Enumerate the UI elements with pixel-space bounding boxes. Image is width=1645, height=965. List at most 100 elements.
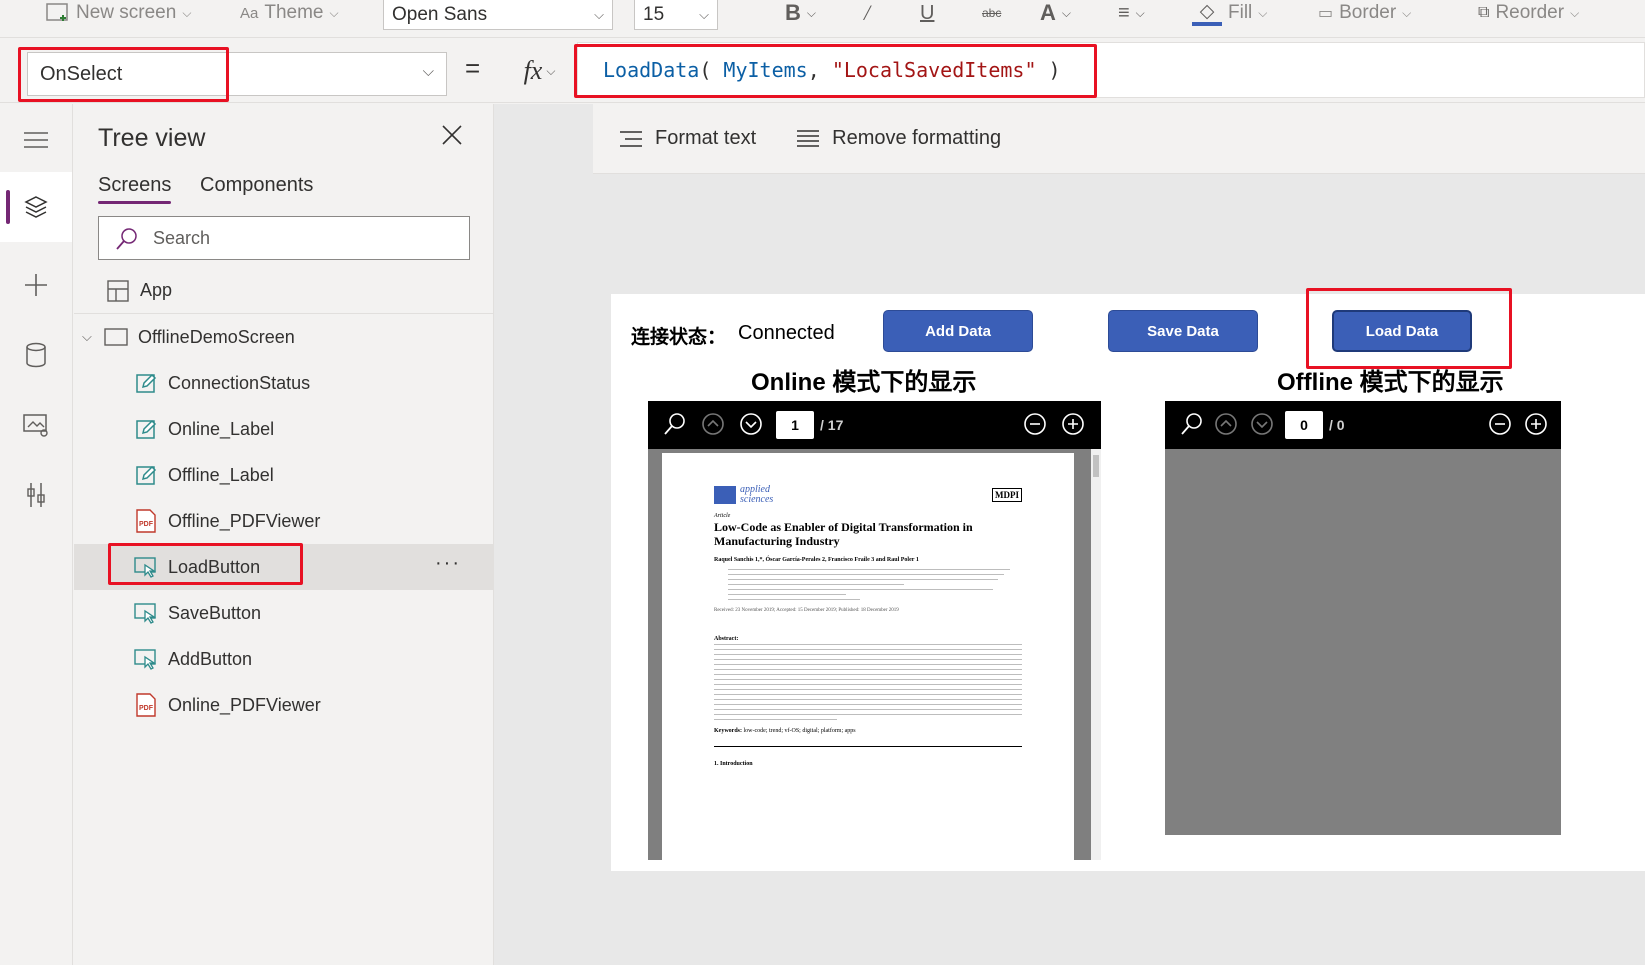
label-edit-icon (134, 417, 158, 441)
paper-title: Low-Code as Enabler of Digital Transform… (714, 520, 973, 548)
underline-icon: U (920, 1, 935, 24)
highlight-box (108, 543, 303, 585)
online-title: Online 模式下的显示 (751, 369, 977, 396)
label-edit-icon (134, 463, 158, 487)
svg-text:PDF: PDF (139, 521, 154, 528)
border-button[interactable]: ▭ Border ⌵ (1318, 0, 1411, 26)
tree-view-tab[interactable] (0, 172, 72, 242)
fill-button[interactable]: ◇ Fill ⌵ (1192, 0, 1267, 26)
paper-dates: Received: 23 November 2019; Accepted: 15… (714, 607, 899, 613)
status-value: Connected (738, 322, 835, 344)
zoom-out-icon[interactable] (1487, 411, 1513, 437)
bold-button[interactable]: B ⌵ (785, 0, 816, 26)
journal-logo: applied sciences (714, 485, 773, 505)
reorder-label: Reorder (1495, 2, 1565, 23)
page-number-input[interactable]: 1 (776, 411, 814, 439)
format-text-icon (620, 130, 642, 147)
tree-item-online-pdfviewer[interactable]: PDF Online_PDFViewer (74, 682, 493, 728)
tree-item-offline-pdfviewer[interactable]: PDF Offline_PDFViewer (74, 498, 493, 544)
font-select[interactable]: Open Sans ⌵ (383, 0, 613, 30)
tab-screens[interactable]: Screens (98, 174, 172, 204)
paper-header: applied sciences MDPI (714, 485, 1022, 505)
underline-button[interactable]: U (920, 0, 934, 26)
paper-rule (714, 745, 1022, 747)
search-placeholder: Search (153, 228, 211, 248)
zoom-in-icon[interactable] (1523, 411, 1549, 437)
theme-button[interactable]: Aa Theme ⌵ (240, 0, 339, 26)
chevron-down-circle-icon[interactable] (1249, 411, 1275, 437)
close-icon[interactable] (441, 124, 467, 150)
save-data-button[interactable]: Save Data (1108, 310, 1258, 352)
online-pdf-viewer[interactable]: 1 / 17 applied sciences MDPI Article Low… (648, 401, 1101, 860)
font-size-value: 15 (643, 3, 665, 25)
media-icon[interactable] (18, 407, 54, 443)
offline-pdf-viewer[interactable]: 0 / 0 (1165, 401, 1561, 835)
reorder-button[interactable]: ⧉ Reorder ⌵ (1478, 0, 1579, 26)
new-screen-button[interactable]: New screen ⌵ (46, 0, 191, 26)
new-screen-label: New screen (76, 2, 177, 23)
tree-item-label: Offline_PDFViewer (168, 510, 321, 531)
active-indicator (6, 190, 10, 224)
chevron-down-icon: ⌵ (329, 5, 339, 20)
formula-bar: OnSelect ⌵ = fx ⌵ LoadData( MyItems, "Lo… (0, 39, 1645, 103)
align-button[interactable]: ≡ ⌵ (1118, 0, 1145, 26)
search-icon[interactable] (662, 411, 688, 437)
chevron-down-icon: ⌵ (594, 6, 604, 22)
format-text-button[interactable]: Format text (619, 127, 756, 150)
strikethrough-button[interactable]: abc (982, 0, 1001, 26)
remove-formatting-button[interactable]: Remove formatting (796, 127, 1001, 150)
page-number-input[interactable]: 0 (1285, 411, 1323, 439)
highlight-box (1306, 288, 1512, 369)
font-size-select[interactable]: 15 ⌵ (634, 0, 718, 30)
hamburger-menu-icon[interactable] (18, 122, 54, 158)
bold-icon: B (785, 0, 801, 25)
equals-sign: = (465, 53, 481, 83)
reorder-icon: ⧉ (1478, 4, 1490, 21)
fill-label: Fill (1228, 2, 1253, 23)
pdf-scrollbar[interactable] (1091, 449, 1101, 860)
tree-item-label: OfflineDemoScreen (138, 326, 295, 347)
svg-text:PDF: PDF (139, 705, 154, 712)
layers-icon (18, 189, 54, 225)
search-input[interactable]: Search (98, 216, 470, 260)
button-icon (134, 601, 158, 625)
tab-components[interactable]: Components (200, 174, 313, 197)
chevron-up-circle-icon[interactable] (700, 411, 726, 437)
theme-icon: Aa (240, 4, 259, 22)
italic-button[interactable]: / (864, 0, 870, 26)
more-options-icon[interactable]: ··· (435, 552, 461, 575)
paper-affiliations (714, 568, 1022, 600)
chevron-down-circle-icon[interactable] (738, 411, 764, 437)
screen-icon (104, 325, 128, 349)
add-data-button[interactable]: Add Data (883, 310, 1033, 352)
tree-item-online-label[interactable]: Online_Label (74, 406, 493, 452)
theme-label: Theme (264, 2, 324, 23)
tree-item-connectionstatus[interactable]: ConnectionStatus (74, 360, 493, 406)
label-edit-icon (134, 371, 158, 395)
tree-item-savebutton[interactable]: SaveButton (74, 590, 493, 636)
remove-formatting-icon (797, 129, 820, 147)
fx-button[interactable]: fx ⌵ (504, 46, 576, 96)
chevron-down-icon: ⌵ (806, 5, 816, 20)
tree-item-app[interactable]: App (74, 268, 493, 314)
chevron-down-icon: ⌵ (546, 63, 556, 78)
tree-item-offline-label[interactable]: Offline_Label (74, 452, 493, 498)
scrollbar-thumb[interactable] (1093, 455, 1099, 477)
chevron-up-circle-icon[interactable] (1213, 411, 1239, 437)
border-label: Border (1339, 2, 1397, 23)
tree-item-label: App (140, 280, 173, 300)
tree-item-addbutton[interactable]: AddButton (74, 636, 493, 682)
font-color-button[interactable]: A ⌵ (1040, 0, 1071, 26)
insert-plus-icon[interactable] (18, 267, 54, 303)
chevron-down-icon: ⌵ (1135, 5, 1145, 20)
data-cylinder-icon[interactable] (18, 337, 54, 373)
paper-section-heading: 1. Introduction (714, 760, 753, 767)
new-screen-icon (46, 3, 68, 21)
tree-item-screen[interactable]: ⌵ OfflineDemoScreen (74, 314, 493, 360)
search-icon[interactable] (1179, 411, 1205, 437)
keywords-heading: Keywords: (714, 727, 742, 734)
advanced-tools-icon[interactable] (18, 477, 54, 513)
zoom-in-icon[interactable] (1060, 411, 1086, 437)
chevron-down-icon: ⌵ (82, 329, 92, 344)
zoom-out-icon[interactable] (1022, 411, 1048, 437)
